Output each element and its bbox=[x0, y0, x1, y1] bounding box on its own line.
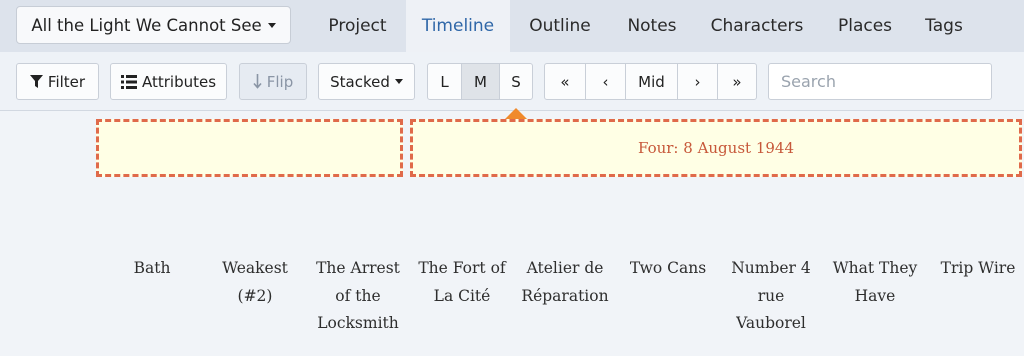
chevron-left-icon: ‹ bbox=[602, 72, 609, 91]
scene-card[interactable]: What They Have bbox=[827, 255, 923, 310]
scene-card[interactable]: Atelier de Réparation bbox=[517, 255, 613, 310]
tab-notes[interactable]: Notes bbox=[610, 0, 694, 52]
attributes-label: Attributes bbox=[141, 72, 217, 91]
tab-project[interactable]: Project bbox=[311, 0, 404, 52]
book-title: All the Light We Cannot See bbox=[31, 15, 262, 35]
chapter-title bbox=[99, 122, 400, 174]
tab-label: Timeline bbox=[421, 16, 495, 36]
layout-label: Stacked bbox=[330, 72, 390, 91]
caret-down-icon bbox=[267, 22, 276, 28]
size-small-button[interactable]: S bbox=[499, 64, 532, 99]
chevron-right-icon: › bbox=[694, 72, 701, 91]
size-toggle-group: L M S bbox=[427, 63, 533, 100]
size-large-button[interactable]: L bbox=[428, 64, 461, 99]
tab-label: Places bbox=[837, 16, 893, 36]
size-label: L bbox=[440, 72, 449, 91]
next-button[interactable]: › bbox=[677, 64, 717, 99]
tab-tags[interactable]: Tags bbox=[912, 0, 976, 52]
tab-label: Outline bbox=[529, 16, 591, 36]
filter-icon bbox=[29, 74, 43, 88]
attributes-button[interactable]: Attributes bbox=[110, 63, 227, 100]
size-medium-button[interactable]: M bbox=[461, 64, 499, 99]
tab-places[interactable]: Places bbox=[820, 0, 910, 52]
scene-card[interactable]: Bath bbox=[104, 255, 200, 283]
tab-label: Tags bbox=[925, 16, 963, 36]
chapter-band[interactable]: Four: 8 August 1944 bbox=[410, 119, 1022, 177]
scene-card[interactable]: The Fort of La Cité bbox=[414, 255, 510, 310]
previous-button[interactable]: ‹ bbox=[585, 64, 625, 99]
caret-down-icon bbox=[394, 79, 403, 84]
mid-label: Mid bbox=[638, 72, 665, 91]
timeline-nav-group: « ‹ Mid › » bbox=[544, 63, 757, 100]
chapter-band[interactable] bbox=[96, 119, 403, 177]
filter-button[interactable]: Filter bbox=[16, 63, 99, 100]
flip-label: Flip bbox=[266, 72, 294, 91]
book-selector-dropdown[interactable]: All the Light We Cannot See bbox=[16, 6, 291, 44]
double-chevron-right-icon: » bbox=[732, 72, 742, 91]
tab-timeline[interactable]: Timeline bbox=[406, 0, 510, 52]
list-icon bbox=[120, 74, 137, 89]
scene-card[interactable]: Trip Wire bbox=[930, 255, 1024, 283]
tab-label: Characters bbox=[710, 16, 804, 36]
timeline-toolbar: Filter Attributes Flip Stacked L M S « ‹… bbox=[0, 52, 1024, 111]
jump-middle-button[interactable]: Mid bbox=[625, 64, 677, 99]
size-label: M bbox=[474, 72, 487, 91]
double-chevron-left-icon: « bbox=[560, 72, 570, 91]
layout-dropdown[interactable]: Stacked bbox=[318, 63, 415, 100]
top-nav: All the Light We Cannot See Project Time… bbox=[0, 0, 1024, 52]
scene-card[interactable]: Weakest (#2) bbox=[207, 255, 303, 310]
flip-button[interactable]: Flip bbox=[239, 63, 307, 100]
jump-start-button[interactable]: « bbox=[545, 64, 585, 99]
scene-card[interactable]: Two Cans bbox=[620, 255, 716, 283]
tab-label: Project bbox=[328, 16, 387, 36]
chapter-title: Four: 8 August 1944 bbox=[637, 139, 794, 157]
tab-label: Notes bbox=[627, 16, 677, 36]
filter-label: Filter bbox=[47, 72, 86, 91]
tab-characters[interactable]: Characters bbox=[696, 0, 818, 52]
tab-outline[interactable]: Outline bbox=[512, 0, 608, 52]
scene-card[interactable]: The Arrest of the Locksmith bbox=[310, 255, 406, 338]
search-input[interactable] bbox=[768, 63, 992, 100]
jump-end-button[interactable]: » bbox=[717, 64, 756, 99]
scene-card[interactable]: Number 4 rue Vauborel bbox=[723, 255, 819, 338]
arrow-down-icon bbox=[253, 74, 262, 89]
size-label: S bbox=[511, 72, 521, 91]
